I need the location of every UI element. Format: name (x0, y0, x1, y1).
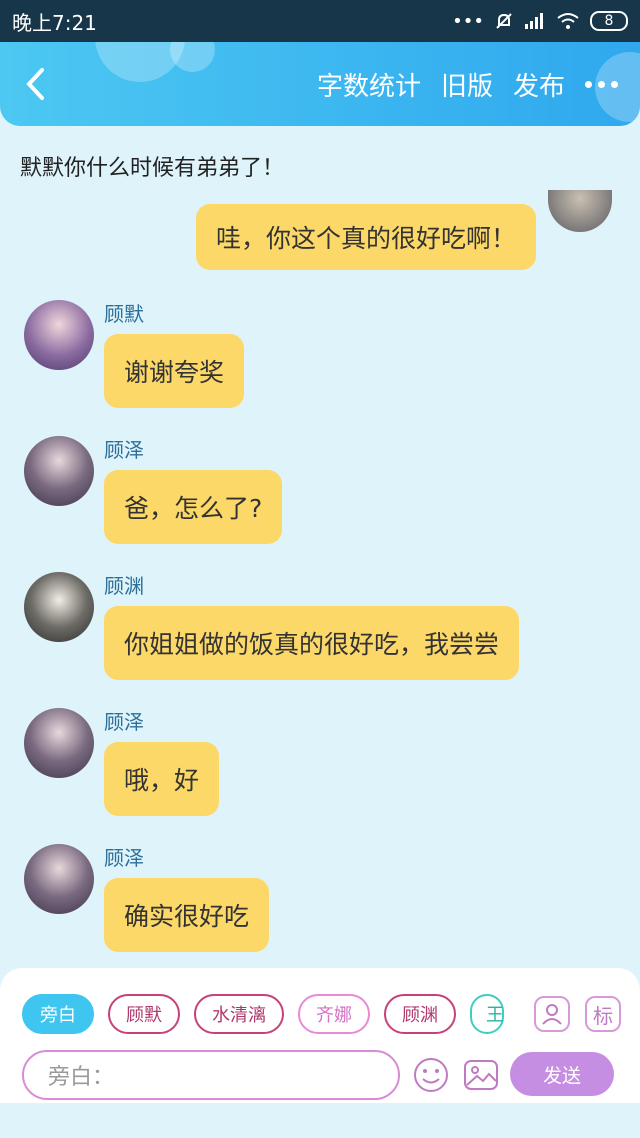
chat-message: 顾泽 哦，好 (24, 706, 624, 826)
wifi-icon (557, 13, 579, 29)
battery-icon: 8 (590, 11, 628, 31)
sender-name: 顾默 (104, 302, 144, 326)
more-dot (585, 80, 592, 88)
avatar-gu-ze[interactable] (24, 844, 94, 914)
chat-message: 顾泽 确实很好吃 (24, 842, 624, 962)
message-bubble[interactable]: 确实很好吃 (104, 878, 270, 952)
role-selector: 旁白 顾默 水清漓 齐娜 顾渊 王 (22, 994, 517, 1038)
person-icon (542, 1004, 562, 1025)
self-message-bubble[interactable]: 哇，你这个真的很好吃啊！ (195, 204, 536, 270)
message-bubble[interactable]: 你姐姐做的饭真的很好吃，我尝尝 (104, 606, 520, 680)
role-chip-qi-na[interactable]: 齐娜 (298, 994, 370, 1034)
character-manage-button[interactable] (534, 996, 570, 1032)
emoji-button[interactable] (412, 1056, 450, 1094)
signal-icon (525, 13, 543, 29)
status-time: 晚上7:21 (12, 10, 97, 35)
self-message-row: 哇，你这个真的很好吃啊！ (0, 190, 640, 280)
bottom-strip (0, 1103, 640, 1138)
top-app-bar: 字数统计 旧版 发布 (0, 42, 640, 126)
message-bubble[interactable]: 爸，怎么了? (104, 470, 283, 544)
sender-name: 顾泽 (104, 710, 144, 734)
old-version-button[interactable]: 旧版 (441, 66, 493, 103)
chat-message: 顾默 谢谢夸奖 (24, 298, 624, 418)
header-actions: 字数统计 旧版 发布 (317, 42, 640, 126)
word-count-button[interactable]: 字数统计 (317, 66, 421, 103)
self-avatar[interactable] (548, 190, 612, 232)
image-icon (464, 1060, 498, 1090)
chat-message: 顾渊 你姐姐做的饭真的很好吃，我尝尝 (24, 570, 624, 690)
more-dots-icon: ••• (452, 10, 484, 32)
message-bubble[interactable]: 谢谢夸奖 (104, 334, 245, 408)
image-button[interactable] (462, 1056, 500, 1094)
more-dot (611, 80, 618, 88)
send-button[interactable]: 发送 (510, 1052, 614, 1096)
sender-name: 顾泽 (104, 438, 144, 462)
role-chip-narrator[interactable]: 旁白 (22, 994, 94, 1034)
publish-button[interactable]: 发布 (513, 66, 565, 103)
avatar-gu-ze[interactable] (24, 436, 94, 506)
avatar-gu-mo[interactable] (24, 300, 94, 370)
back-button[interactable] (20, 66, 50, 102)
smiley-icon (414, 1058, 448, 1092)
chevron-left-icon (26, 68, 44, 100)
mark-button[interactable]: 标 (585, 996, 621, 1032)
role-chip-shui-qing-li[interactable]: 水清漓 (194, 994, 284, 1034)
chat-message: 顾泽 爸，怎么了? (24, 434, 624, 554)
role-chip-wang[interactable]: 王 (470, 994, 504, 1034)
mute-bell-icon (496, 13, 512, 29)
message-bubble[interactable]: 哦，好 (104, 742, 220, 816)
decor-bubble (170, 42, 215, 72)
message-input[interactable]: 旁白： (22, 1050, 400, 1100)
sender-name: 顾渊 (104, 574, 144, 598)
status-bar: 晚上7:21 ••• 8 (0, 0, 640, 42)
role-chip-gu-yuan[interactable]: 顾渊 (384, 994, 456, 1034)
narration-text: 默默你什么时候有弟弟了！ (20, 156, 285, 181)
avatar-gu-yuan[interactable] (24, 572, 94, 642)
composer-panel: 旁白 顾默 水清漓 齐娜 顾渊 王 标 旁白： 发送 (0, 968, 640, 1103)
status-icons: ••• 8 (452, 11, 628, 32)
more-options-button[interactable] (585, 80, 618, 88)
avatar-gu-ze[interactable] (24, 708, 94, 778)
more-dot (598, 80, 605, 88)
role-chip-gu-mo[interactable]: 顾默 (108, 994, 180, 1034)
sender-name: 顾泽 (104, 846, 144, 870)
